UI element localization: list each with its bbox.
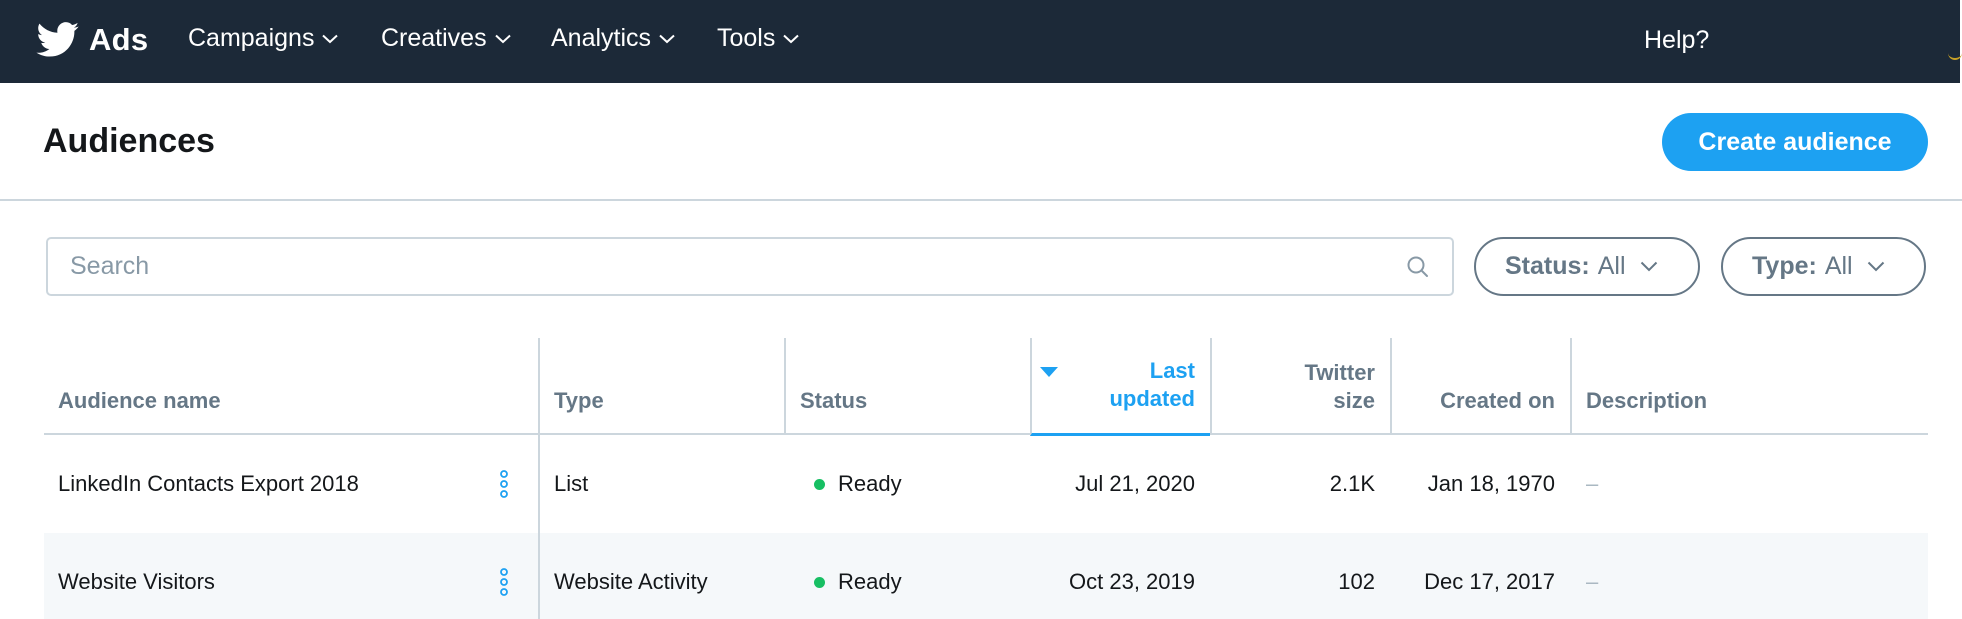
chevron-down-icon — [494, 34, 511, 43]
column-header-label: Audience name — [58, 388, 221, 413]
column-header-label: Status — [800, 388, 868, 413]
nav-creatives-label: Creatives — [381, 24, 487, 52]
status-cell: Ready — [800, 435, 1030, 533]
search-input[interactable] — [48, 252, 1388, 281]
audience-name-cell: LinkedIn Contacts Export 2018 — [44, 435, 540, 533]
audiences-table: Audience name Type Status Last updated Tw… — [44, 338, 1928, 619]
audience-name-link[interactable]: Website Visitors — [58, 569, 215, 595]
nav-analytics-label: Analytics — [551, 24, 652, 52]
status-filter-key: Status: — [1505, 252, 1590, 280]
search-box — [46, 237, 1454, 296]
chevron-down-icon — [322, 34, 339, 43]
chevron-down-icon — [1640, 261, 1657, 272]
column-header-description[interactable]: Description — [1570, 338, 1928, 435]
twitter-bird-icon — [36, 22, 79, 57]
nav-campaigns[interactable]: Campaigns — [188, 24, 339, 53]
type-filter-value: All — [1824, 252, 1853, 280]
column-header-twitter-size[interactable]: Twitter size — [1210, 338, 1390, 435]
table-row[interactable]: LinkedIn Contacts Export 2018 List Ready… — [44, 435, 1928, 533]
column-header-label-line1: Twitter — [1304, 360, 1375, 385]
sort-descending-icon — [1040, 367, 1058, 377]
description-cell: – — [1586, 471, 1599, 496]
column-header-label: Twitter size — [1305, 359, 1375, 415]
type-cell: List — [554, 471, 589, 496]
nav-tools-label: Tools — [717, 24, 776, 52]
brand-label: Ads — [89, 22, 149, 57]
column-header-created-on[interactable]: Created on — [1390, 338, 1570, 435]
description-cell: – — [1586, 569, 1599, 594]
status-label: Ready — [838, 471, 902, 496]
status-label: Ready — [838, 569, 902, 594]
status-filter-dropdown[interactable]: Status: All — [1474, 237, 1700, 296]
table-header: Audience name Type Status Last updated Tw… — [44, 338, 1928, 436]
column-header-label-line2: size — [1333, 388, 1375, 413]
audience-name-cell: Website Visitors — [44, 533, 540, 619]
more-options-icon[interactable] — [499, 567, 509, 597]
column-header-label: Type — [554, 388, 604, 413]
status-cell: Ready — [800, 533, 1030, 619]
status-ready-dot-icon — [814, 478, 825, 490]
column-header-type[interactable]: Type — [538, 338, 784, 435]
status-filter-value: All — [1597, 252, 1626, 280]
type-filter-key: Type: — [1752, 252, 1817, 280]
type-filter-dropdown[interactable]: Type: All — [1721, 237, 1926, 296]
create-audience-button[interactable]: Create audience — [1662, 113, 1928, 171]
last-updated-cell: Jul 21, 2020 — [1075, 471, 1195, 496]
nav-tools[interactable]: Tools — [717, 24, 800, 53]
nav-creatives[interactable]: Creatives — [381, 24, 511, 53]
nav-analytics[interactable]: Analytics — [551, 24, 675, 53]
search-icon[interactable] — [1406, 255, 1430, 279]
header-divider — [0, 199, 1962, 201]
column-header-label-line1: Last — [1149, 358, 1195, 383]
twitter-ads-logo[interactable]: Ads — [36, 22, 148, 58]
type-cell: Website Activity — [554, 569, 708, 594]
help-link[interactable]: Help? — [1644, 26, 1709, 55]
column-header-label: Description — [1586, 388, 1708, 413]
column-header-label: Last updated — [1109, 357, 1195, 413]
chevron-down-icon — [1867, 261, 1884, 272]
column-header-label-line2: updated — [1109, 386, 1195, 411]
audience-name-link[interactable]: LinkedIn Contacts Export 2018 — [58, 471, 359, 497]
more-options-icon[interactable] — [499, 469, 509, 499]
chevron-down-icon — [783, 34, 800, 43]
table-row[interactable]: Website Visitors Website Activity Ready … — [44, 533, 1928, 619]
column-header-label: Created on — [1440, 388, 1555, 413]
chevron-down-icon — [659, 34, 675, 43]
twitter-size-cell: 102 — [1338, 569, 1375, 594]
column-header-audience-name[interactable]: Audience name — [44, 338, 538, 435]
nav-campaigns-label: Campaigns — [188, 24, 315, 52]
last-updated-cell: Oct 23, 2019 — [1069, 569, 1195, 594]
column-header-last-updated[interactable]: Last updated — [1030, 338, 1210, 436]
column-header-status[interactable]: Status — [784, 338, 1030, 435]
created-on-cell: Jan 18, 1970 — [1427, 471, 1555, 496]
page-title: Audiences — [43, 122, 215, 160]
top-nav-bar: Ads Campaigns Creatives Analytics Tools … — [0, 0, 1962, 83]
status-ready-dot-icon — [814, 576, 825, 588]
twitter-size-cell: 2.1K — [1329, 471, 1375, 496]
decorative-accent — [1948, 50, 1962, 60]
created-on-cell: Dec 17, 2017 — [1424, 569, 1555, 594]
